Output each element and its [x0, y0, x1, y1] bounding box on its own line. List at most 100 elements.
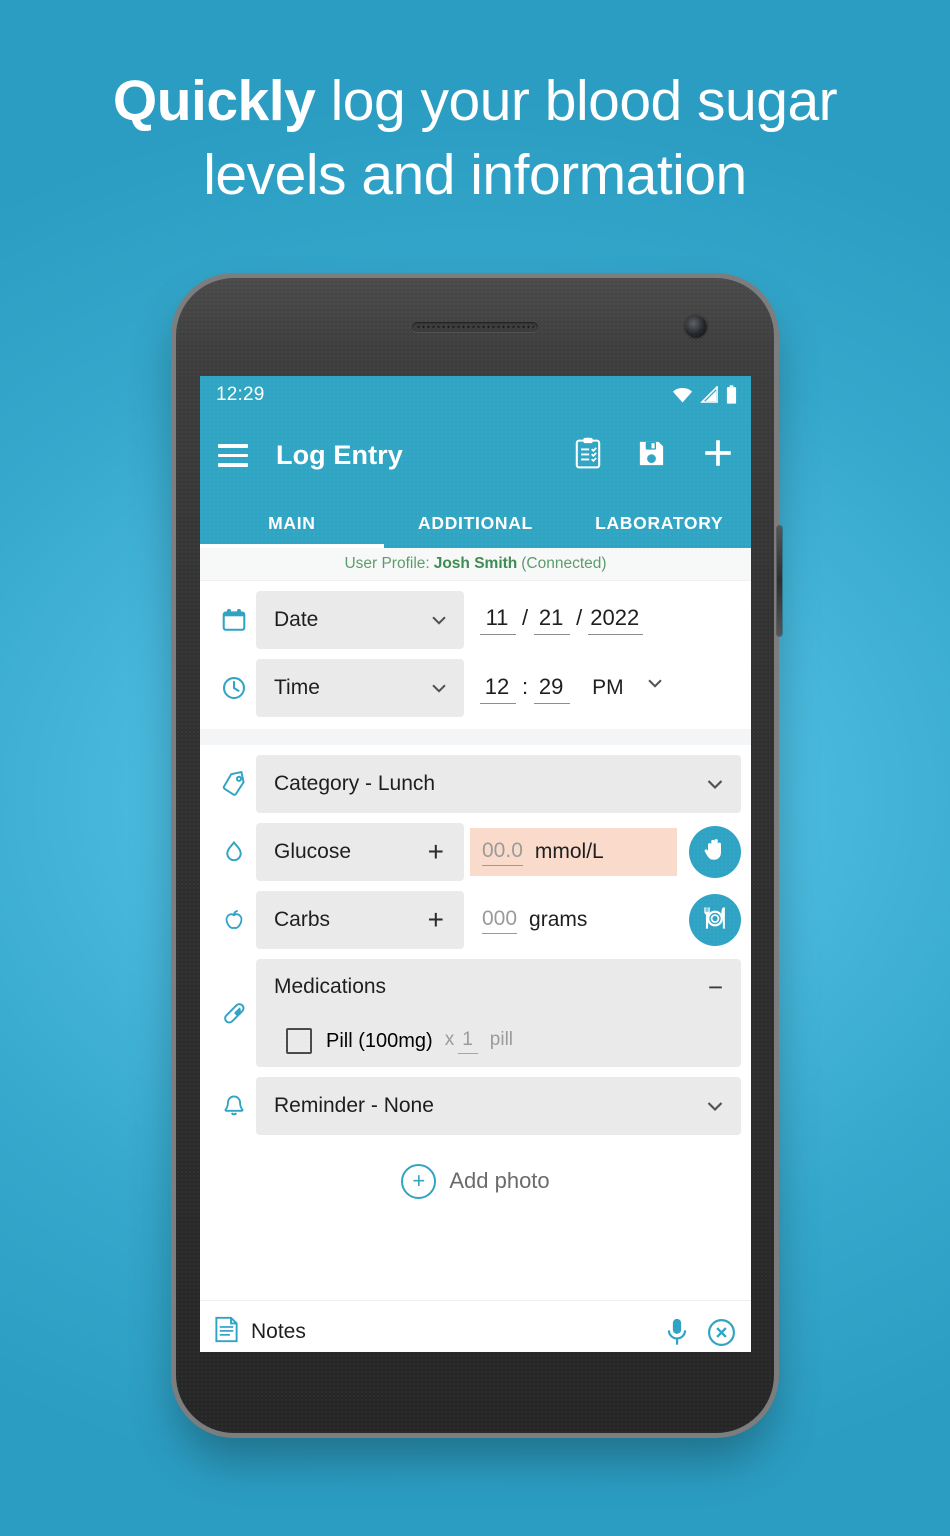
- time-row: Time 12 : 29 PM: [200, 659, 751, 717]
- medications-collapse-button[interactable]: −: [708, 974, 723, 1000]
- medication-name: Pill (100mg): [326, 1029, 433, 1052]
- glucose-input[interactable]: 00.0: [482, 839, 523, 866]
- medications-label: Medications: [274, 975, 387, 998]
- medication-checkbox[interactable]: [286, 1028, 312, 1054]
- chevron-down-icon: [428, 609, 450, 631]
- time-meridiem[interactable]: PM: [592, 676, 624, 700]
- circle-plus-icon: +: [401, 1163, 437, 1199]
- medication-quantity-group: x 1 pill: [445, 1029, 513, 1054]
- page-title: Log Entry: [276, 440, 403, 470]
- time-value-group: 12 : 29 PM: [480, 672, 666, 704]
- medication-item: Pill (100mg) x 1 pill: [256, 1015, 741, 1067]
- date-separator-2: /: [576, 605, 583, 630]
- user-profile-status: (Connected): [521, 555, 607, 572]
- glucose-action-button[interactable]: [689, 826, 741, 878]
- reminder-row: Reminder - None: [200, 1077, 751, 1135]
- plus-icon: [701, 436, 735, 475]
- clipboard-checklist-icon: [574, 437, 602, 474]
- headline-rest: log your blood sugar: [315, 69, 838, 133]
- date-value-group: 11 / 21 / 2022: [480, 605, 644, 635]
- tab-additional[interactable]: ADDITIONAL: [384, 498, 568, 548]
- apple-icon: [212, 907, 256, 933]
- log-list-button[interactable]: [574, 437, 602, 474]
- reminder-field[interactable]: Reminder - None: [256, 1077, 741, 1135]
- headline-line-1: Quickly log your blood sugar: [0, 64, 950, 138]
- section-divider: [200, 729, 751, 745]
- date-label-field[interactable]: Date: [256, 591, 464, 649]
- tab-main[interactable]: MAIN: [200, 498, 384, 548]
- medications-row: Medications − Pill (100mg) x 1 pill: [200, 959, 751, 1067]
- carbs-unit: grams: [529, 908, 588, 931]
- date-year-input[interactable]: 2022: [588, 605, 644, 635]
- user-profile-prefix: User Profile:: [344, 555, 430, 572]
- status-bar: 12:29: [200, 376, 751, 413]
- phone-power-button[interactable]: [777, 526, 782, 636]
- medication-unit: pill: [489, 1028, 514, 1050]
- tab-bar: MAIN ADDITIONAL LABORATORY: [200, 498, 751, 548]
- hamburger-menu-icon[interactable]: [218, 444, 248, 467]
- carbs-label-field[interactable]: Carbs +: [256, 891, 464, 949]
- app-bar: Log Entry: [200, 413, 751, 498]
- headline-emphasis: Quickly: [112, 69, 316, 133]
- date-day-input[interactable]: 21: [534, 605, 571, 635]
- date-separator-1: /: [522, 605, 529, 630]
- time-hour-input[interactable]: 12: [480, 674, 516, 704]
- phone-screen: 12:29 Log Entry MAIN ADDITIONAL LABORATO…: [200, 376, 751, 1352]
- circle-x-icon[interactable]: [706, 1317, 737, 1348]
- carbs-action-button[interactable]: [689, 894, 741, 946]
- time-label: Time: [274, 676, 320, 699]
- status-clock: 12:29: [216, 383, 265, 405]
- phone-front-camera: [685, 316, 707, 338]
- blood-drop-icon: [212, 839, 256, 865]
- phone-earpiece-speaker: [412, 322, 538, 332]
- medication-multiplier: x: [444, 1028, 455, 1050]
- log-entry-form: Date 11 / 21 / 2022 Time 12: 29 PM Cate…: [200, 591, 751, 1352]
- carbs-add-button[interactable]: +: [428, 906, 450, 934]
- carbs-value-field[interactable]: 000 grams: [470, 896, 677, 944]
- headline-line-2: levels and information: [203, 143, 747, 207]
- calendar-icon: [212, 607, 256, 633]
- notes-bar: Notes: [200, 1300, 751, 1352]
- notes-input[interactable]: Notes: [251, 1320, 306, 1344]
- carbs-label: Carbs: [274, 908, 331, 931]
- notes-document-icon: [214, 1316, 239, 1348]
- microphone-icon[interactable]: [664, 1317, 690, 1347]
- chevron-down-icon[interactable]: [644, 672, 666, 694]
- medication-quantity-input[interactable]: 1: [458, 1029, 478, 1054]
- user-profile-strip[interactable]: User Profile: Josh Smith (Connected): [200, 548, 751, 581]
- category-label: Category - Lunch: [274, 772, 436, 795]
- chevron-down-icon: [428, 677, 450, 699]
- clock-icon: [212, 675, 256, 701]
- carbs-row: Carbs + 000 grams: [200, 891, 751, 949]
- add-entry-button[interactable]: [701, 436, 735, 475]
- time-minute-input[interactable]: 29: [534, 674, 571, 704]
- time-colon: :: [522, 674, 529, 699]
- glucose-value-field[interactable]: 00.0 mmol/L: [470, 828, 677, 876]
- chevron-down-icon: [703, 1094, 727, 1118]
- date-month-input[interactable]: 11: [480, 605, 516, 635]
- chevron-down-icon: [703, 772, 727, 796]
- battery-icon: [726, 385, 737, 404]
- glucose-label-field[interactable]: Glucose +: [256, 823, 464, 881]
- date-label: Date: [274, 608, 319, 631]
- tag-icon: [212, 771, 256, 797]
- plate-cutlery-icon: [699, 902, 731, 939]
- promo-banner: Quickly log your blood sugar levels and …: [0, 0, 950, 1536]
- carbs-input[interactable]: 000: [482, 907, 518, 934]
- add-photo-button[interactable]: + Add photo: [200, 1145, 751, 1217]
- save-button[interactable]: [636, 438, 667, 474]
- medications-header[interactable]: Medications −: [256, 959, 741, 1015]
- date-row: Date 11 / 21 / 2022: [200, 591, 751, 649]
- time-label-field[interactable]: Time: [256, 659, 464, 717]
- medications-block: Medications − Pill (100mg) x 1 pill: [256, 959, 741, 1067]
- category-row: Category - Lunch: [200, 755, 751, 813]
- glucose-row: Glucose + 00.0 mmol/L: [200, 823, 751, 881]
- tab-laboratory[interactable]: LABORATORY: [567, 498, 751, 548]
- reminder-label: Reminder - None: [274, 1094, 434, 1117]
- floppy-save-icon: [636, 438, 667, 474]
- add-photo-label: Add photo: [449, 1168, 550, 1193]
- category-field[interactable]: Category - Lunch: [256, 755, 741, 813]
- user-profile-name: Josh Smith: [433, 555, 518, 572]
- glucose-label: Glucose: [274, 840, 352, 863]
- glucose-add-button[interactable]: +: [428, 838, 450, 866]
